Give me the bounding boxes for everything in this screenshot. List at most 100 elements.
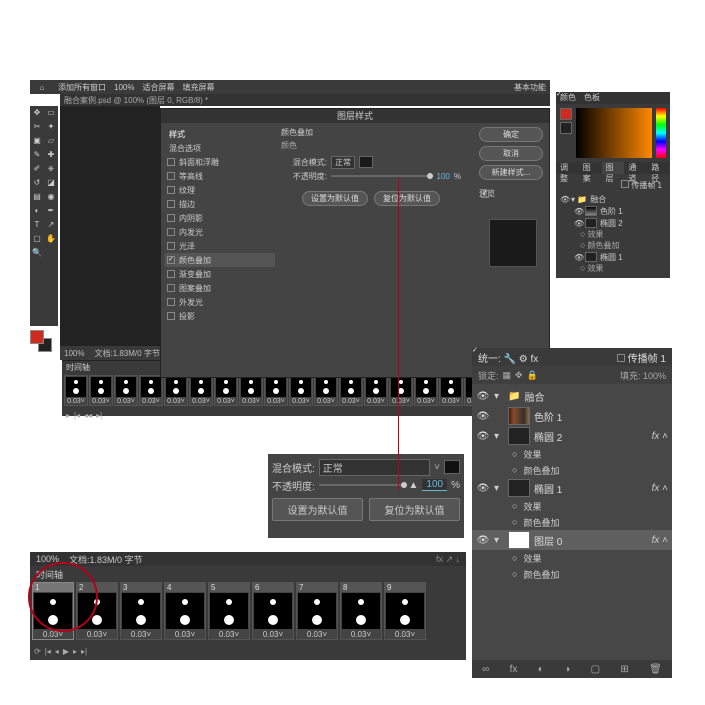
layer-levels[interactable]: 色阶 1	[600, 206, 623, 217]
layer-ellipse1[interactable]: 椭圆 1	[600, 252, 623, 263]
style-option[interactable]: 投影	[165, 309, 275, 323]
style-option[interactable]: 内阴影	[165, 211, 275, 225]
zoom-tool[interactable]: 🔍	[31, 247, 43, 259]
frame[interactable]: 0.03˅	[389, 375, 413, 406]
frame-big[interactable]: 50.03˅	[208, 582, 250, 640]
frame-big[interactable]: 90.03˅	[384, 582, 426, 640]
styles-header[interactable]: 样式	[165, 127, 275, 141]
frame[interactable]: 0.03˅	[264, 375, 288, 406]
menu-fit[interactable]: 适合屏幕	[138, 82, 178, 93]
prev-icon[interactable]: |◂	[74, 411, 80, 420]
eraser-tool[interactable]: ◪	[45, 177, 57, 189]
color-field[interactable]	[576, 108, 652, 158]
fg-swatch[interactable]	[560, 108, 572, 120]
marquee-tool[interactable]: ▭	[45, 107, 57, 119]
gradient-tool[interactable]: ▤	[31, 191, 43, 203]
frame-big[interactable]: 80.03˅	[340, 582, 382, 640]
frame[interactable]: 0.03˅	[64, 375, 88, 406]
frame[interactable]: 0.03˅	[239, 375, 263, 406]
layer-ellipse2[interactable]: 椭圆 2	[600, 218, 623, 229]
blur-tool[interactable]: ◉	[45, 191, 57, 203]
menubar[interactable]: ⌂ 添加所有窗口 100% 适合屏幕 填充屏幕 基本功能	[30, 80, 550, 94]
make-default-button[interactable]: 设置为默认值	[302, 191, 368, 206]
group-icon[interactable]: ▢	[591, 664, 600, 675]
propagate-frame[interactable]: 传播帧 1	[631, 181, 662, 190]
mask-icon[interactable]: ◐	[538, 664, 544, 675]
first-icon[interactable]: ◂◂	[84, 411, 92, 420]
zoom-make-default[interactable]: 设置为默认值	[272, 498, 363, 521]
zoom-blend-select[interactable]: 正常	[319, 459, 430, 476]
bg-swatch[interactable]	[560, 122, 572, 134]
last-frame-icon[interactable]: ▸|	[81, 647, 87, 656]
loop-icon[interactable]: ⟳	[34, 647, 41, 656]
lock-all-icon[interactable]: 🔒	[527, 370, 538, 381]
preview-checkbox[interactable]: 预览	[479, 188, 543, 199]
overlay-color-swatch[interactable]	[359, 156, 373, 168]
layer-row[interactable]: 👁▾椭圆 2fx ˄	[472, 426, 672, 446]
zoom-color-swatch[interactable]	[444, 460, 460, 474]
layer-effect[interactable]: 效果	[472, 498, 672, 514]
lock-pixels-icon[interactable]: ▦	[503, 370, 512, 381]
frame-big[interactable]: 60.03˅	[252, 582, 294, 640]
color-picker[interactable]	[556, 104, 670, 162]
trash-icon[interactable]: 🗑	[649, 664, 662, 675]
fg-color[interactable]	[30, 330, 44, 344]
frame[interactable]: 0.03˅	[414, 375, 438, 406]
color-swatches[interactable]	[30, 330, 56, 356]
fill-value[interactable]: 100%	[643, 371, 666, 381]
style-option[interactable]: 外发光	[165, 295, 275, 309]
reset-default-button[interactable]: 复位为默认值	[374, 191, 440, 206]
style-option[interactable]: 斜面和浮雕	[165, 155, 275, 169]
visibility-icon[interactable]: 👁	[560, 195, 568, 204]
zoom-opacity-value[interactable]: 100	[422, 479, 447, 491]
opacity-slider[interactable]	[331, 175, 433, 177]
lasso-tool[interactable]: ✂	[31, 121, 43, 133]
link-icon[interactable]: ∞	[482, 664, 489, 675]
frame[interactable]: 0.03˅	[289, 375, 313, 406]
pen-tool[interactable]: ✒	[45, 205, 57, 217]
text-tool[interactable]: T	[31, 219, 43, 231]
shape-tool[interactable]: ▢	[31, 233, 43, 245]
path-tool[interactable]: ↗	[45, 219, 57, 231]
tab-layers[interactable]: 图层	[602, 162, 625, 174]
crop-tool[interactable]: ▣	[31, 135, 43, 147]
layer-effect[interactable]: 颜色叠加	[472, 462, 672, 478]
adjustment-icon[interactable]: ◑	[564, 664, 570, 675]
frame[interactable]: 0.03˅	[89, 375, 113, 406]
frame[interactable]: 0.03˅	[189, 375, 213, 406]
menu-100pct[interactable]: 100%	[110, 83, 138, 92]
frame[interactable]: 0.03˅	[314, 375, 338, 406]
lock-position-icon[interactable]: ✥	[515, 370, 523, 381]
menu-fill[interactable]: 填充屏幕	[178, 82, 218, 93]
wand-tool[interactable]: ✦	[45, 121, 57, 133]
canvas[interactable]	[60, 106, 160, 346]
next-icon[interactable]: ▸|	[96, 411, 102, 420]
move-tool[interactable]: ✥	[31, 107, 43, 119]
frame-big[interactable]: 30.03˅	[120, 582, 162, 640]
stamp-tool[interactable]: ⎈	[45, 163, 57, 175]
style-option[interactable]: 渐变叠加	[165, 267, 275, 281]
dodge-tool[interactable]: ◐	[31, 205, 43, 217]
frame-tool[interactable]: ▱	[45, 135, 57, 147]
fx-icon[interactable]: fx	[510, 664, 518, 675]
frame-big[interactable]: 40.03˅	[164, 582, 206, 640]
hue-slider[interactable]	[656, 108, 666, 158]
layer-effect[interactable]: 颜色叠加	[472, 566, 672, 582]
first-frame-icon[interactable]: |◂	[45, 647, 51, 656]
eyedropper-tool[interactable]: ✎	[31, 149, 43, 161]
frame[interactable]: 0.03˅	[439, 375, 463, 406]
vis-icon[interactable]: 👁	[476, 391, 490, 402]
hand-tool[interactable]: ✋	[45, 233, 57, 245]
menu-workspace[interactable]: 基本功能	[510, 82, 550, 93]
cancel-button[interactable]: 取消	[479, 146, 543, 161]
style-option[interactable]: 等高线	[165, 169, 275, 183]
frame[interactable]: 0.03˅	[114, 375, 138, 406]
layer-row[interactable]: 👁色阶 1	[472, 406, 672, 426]
layer-effect[interactable]: 效果	[472, 446, 672, 462]
document-tab[interactable]: 融合案例.psd @ 100% (图层 0, RGB/8) *	[60, 94, 550, 106]
lb-group[interactable]: 融合	[524, 389, 544, 404]
new-style-button[interactable]: 新建样式...	[479, 165, 543, 180]
frame[interactable]: 0.03˅	[164, 375, 188, 406]
play-big-icon[interactable]: ▶	[63, 647, 69, 656]
style-option[interactable]: 描边	[165, 197, 275, 211]
